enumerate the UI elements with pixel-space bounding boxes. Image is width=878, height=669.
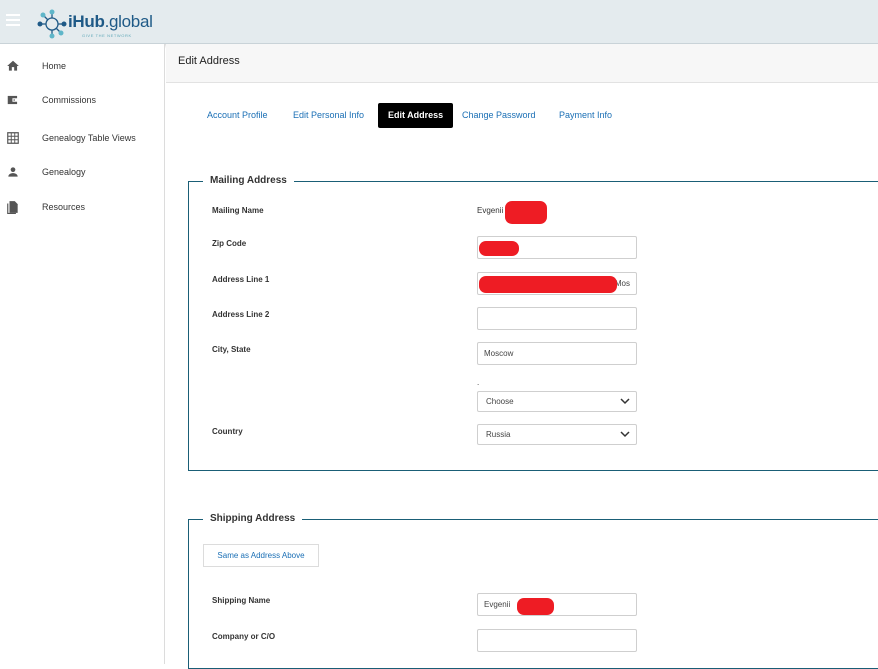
table-icon xyxy=(7,132,19,144)
sidebar-item-label: Genealogy Table Views xyxy=(42,133,136,143)
shipping-address-legend: Shipping Address xyxy=(203,513,303,524)
state-select-value: Choose xyxy=(486,397,514,406)
company-label: Company or C/O xyxy=(212,632,276,641)
menu-icon[interactable] xyxy=(6,14,20,26)
redaction-mark xyxy=(479,276,617,293)
logo-text: iHub.global xyxy=(68,12,153,31)
sidebar-item-genealogy-table-views[interactable]: Genealogy Table Views xyxy=(0,124,164,154)
tab-payment-info[interactable]: Payment Info xyxy=(549,103,622,128)
mailing-address-legend: Mailing Address xyxy=(203,175,294,186)
sidebar-item-resources[interactable]: Resources xyxy=(0,193,164,223)
top-bar: iHub.global GIVE THE NETWORK xyxy=(0,0,878,44)
state-indicator: . xyxy=(477,378,480,387)
country-select[interactable]: Russia xyxy=(477,424,637,445)
sidebar-item-label: Home xyxy=(42,61,67,71)
shipping-name-label: Shipping Name xyxy=(212,596,271,605)
person-icon xyxy=(8,167,18,177)
mailing-name-value: Evgenii xyxy=(477,206,504,215)
tab-account-profile[interactable]: Account Profile xyxy=(197,103,278,128)
mailing-name-label: Mailing Name xyxy=(212,206,264,215)
company-input[interactable] xyxy=(477,629,637,652)
city-state-label: City, State xyxy=(212,345,251,354)
redaction-mark xyxy=(505,201,547,224)
country-label: Country xyxy=(212,427,243,436)
address-line-1-label: Address Line 1 xyxy=(212,275,270,284)
page-header: Edit Address xyxy=(166,44,878,83)
address-line-2-label: Address Line 2 xyxy=(212,310,270,319)
city-input[interactable]: Moscow xyxy=(477,342,637,365)
same-as-address-button[interactable]: Same as Address Above xyxy=(203,544,319,567)
document-icon xyxy=(7,201,18,214)
sidebar-item-label: Genealogy xyxy=(42,167,86,177)
logo-network-icon xyxy=(37,9,67,39)
home-icon xyxy=(7,60,19,71)
redaction-mark xyxy=(517,598,554,615)
sidebar-item-label: Resources xyxy=(42,202,86,212)
sidebar-item-genealogy[interactable]: Genealogy xyxy=(0,158,164,188)
ihub-logo[interactable]: iHub.global GIVE THE NETWORK xyxy=(36,6,156,40)
sidebar-item-home[interactable]: Home xyxy=(0,52,164,82)
tab-edit-address[interactable]: Edit Address xyxy=(378,103,454,128)
shipping-name-input[interactable]: Evgenii xyxy=(477,593,637,616)
tab-change-password[interactable]: Change Password xyxy=(452,103,546,128)
chevron-down-icon xyxy=(620,398,630,405)
redaction-mark xyxy=(479,241,519,256)
chevron-down-icon xyxy=(620,431,630,438)
sidebar: Home Commissions Genealogy Table Views G… xyxy=(0,44,165,664)
logo-tagline: GIVE THE NETWORK xyxy=(82,33,132,38)
wallet-icon xyxy=(7,95,18,105)
zip-code-label: Zip Code xyxy=(212,239,247,248)
tab-edit-personal-info[interactable]: Edit Personal Info xyxy=(283,103,374,128)
country-select-value: Russia xyxy=(486,430,511,439)
page-title: Edit Address xyxy=(178,55,240,67)
address-line-2-input[interactable] xyxy=(477,307,637,330)
sidebar-item-commissions[interactable]: Commissions xyxy=(0,86,164,116)
sidebar-item-label: Commissions xyxy=(42,95,97,105)
state-select[interactable]: Choose xyxy=(477,391,637,412)
